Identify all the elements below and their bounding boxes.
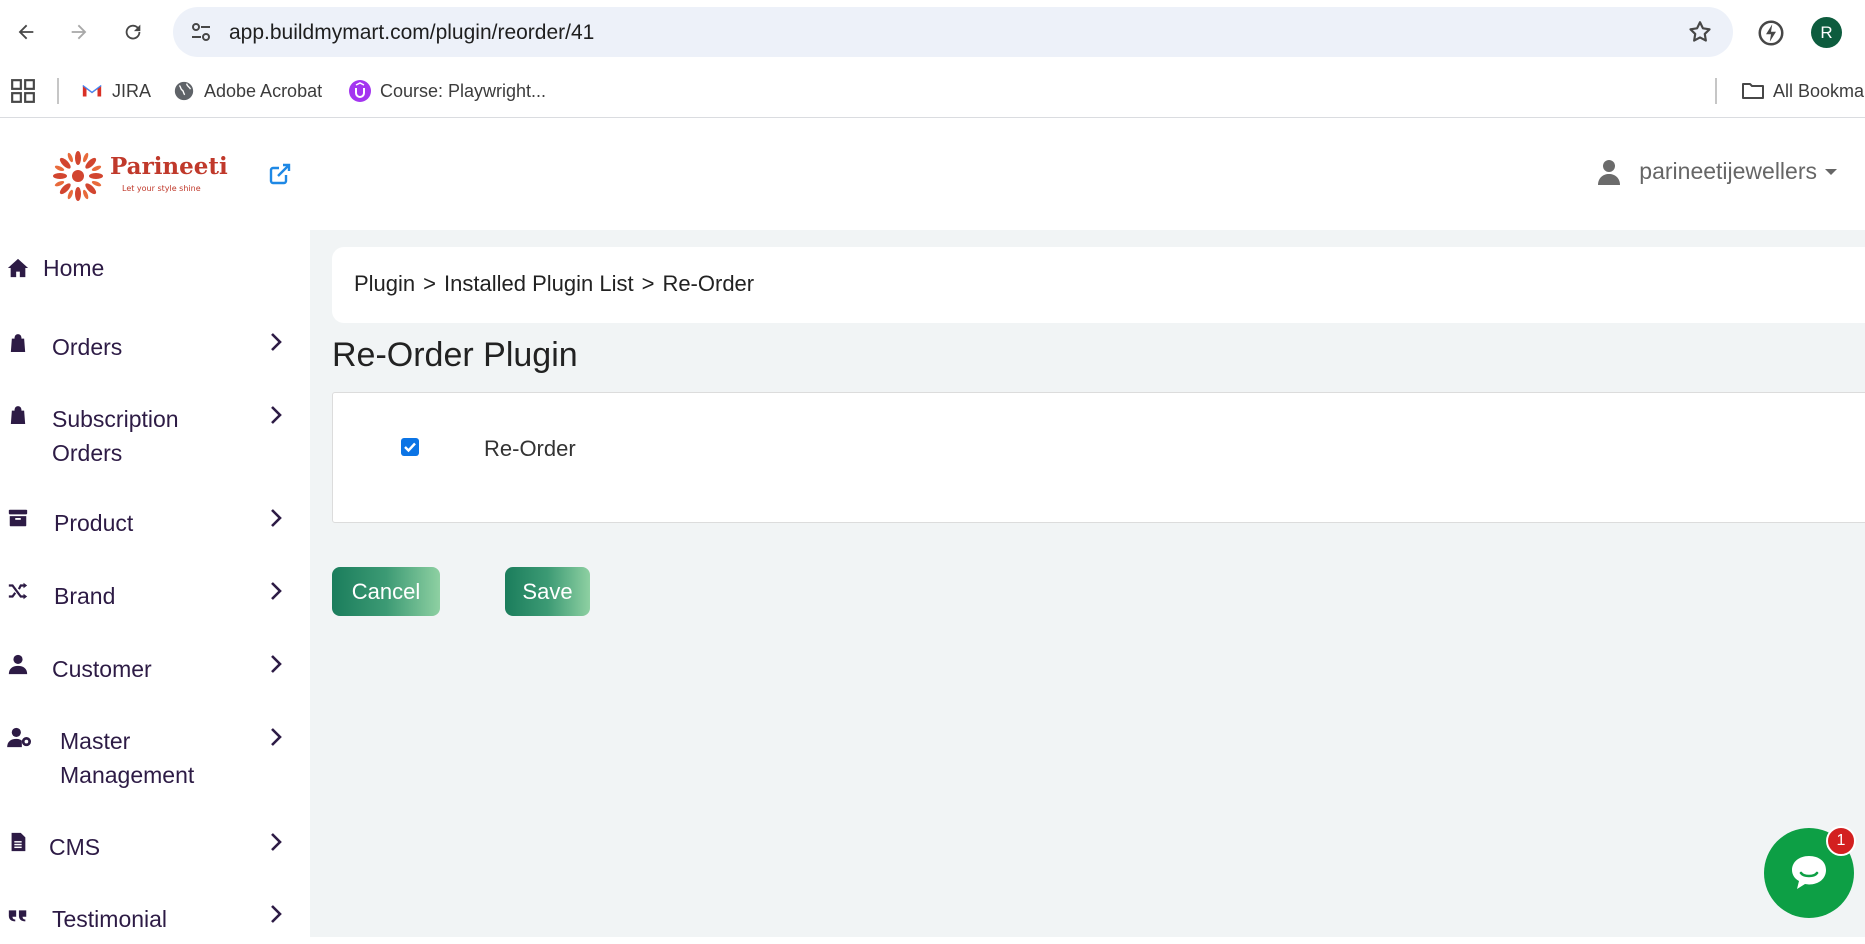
profile-initial: R <box>1820 22 1833 42</box>
url-text[interactable]: app.buildmymart.com/plugin/reorder/41 <box>229 21 594 45</box>
chevron-right-icon <box>271 833 282 851</box>
bookmark-jira[interactable]: JIRA <box>80 76 151 106</box>
quote-icon <box>6 902 30 926</box>
sidebar-item-label: Orders <box>52 334 123 360</box>
shuffle-icon <box>6 579 30 603</box>
chevron-right-icon <box>271 582 282 600</box>
home-icon <box>6 256 30 280</box>
main-content: Plugin > Installed Plugin List > Re-Orde… <box>310 230 1865 937</box>
sidebar-item-label: CMS <box>49 834 101 860</box>
browser-toolbar: app.buildmymart.com/plugin/reorder/41 R <box>0 0 1865 66</box>
brand-name: Parineeti <box>110 153 228 180</box>
archive-box-icon <box>6 506 30 530</box>
sidebar-item-orders[interactable]: Orders <box>0 322 310 372</box>
breadcrumb-card: Plugin > Installed Plugin List > Re-Orde… <box>332 247 1865 323</box>
sidebar-item-label: Orders <box>52 440 123 466</box>
bookmark-label: Course: Playwright... <box>380 80 547 101</box>
chevron-right-icon <box>271 333 282 351</box>
chevron-right-icon <box>271 406 282 424</box>
shopping-bag-icon <box>6 331 30 355</box>
sidebar-item-home[interactable]: Home <box>0 244 310 294</box>
sidebar-item-customer[interactable]: Customer <box>0 644 310 694</box>
sidebar-item-label: Customer <box>52 656 152 682</box>
sidebar-item-label: Brand <box>54 583 116 609</box>
sidebar-item-product[interactable]: Product <box>0 498 310 548</box>
plugin-label: Re-Order <box>484 436 576 461</box>
globe-icon <box>172 79 196 103</box>
gmail-icon <box>80 79 104 103</box>
sidebar-item-master-management[interactable]: Master Management <box>0 717 310 788</box>
sidebar-item-label: Home <box>43 255 105 281</box>
sidebar-item-subscription-orders[interactable]: Subscription Orders <box>0 395 310 466</box>
site-settings-icon[interactable] <box>189 20 213 44</box>
folder-icon <box>1741 79 1765 103</box>
cancel-button[interactable]: Cancel <box>332 567 440 616</box>
brand-logo[interactable]: Parineeti Let your style shine <box>50 148 228 204</box>
user-icon <box>6 652 30 676</box>
breadcrumb-separator: > <box>423 271 437 296</box>
sidebar-item-label: Product <box>54 510 134 536</box>
back-arrow-icon[interactable] <box>11 17 41 47</box>
all-bookmarks-label: All Bookma <box>1773 80 1865 101</box>
bookmark-course-playwright[interactable]: Course: Playwright... <box>348 76 546 106</box>
external-link-icon[interactable] <box>268 162 292 186</box>
mandala-logo-icon <box>53 151 103 201</box>
reorder-checkbox[interactable] <box>401 438 419 456</box>
chevron-down-icon[interactable] <box>1825 168 1837 175</box>
chat-notification-badge: 1 <box>1826 826 1856 856</box>
chevron-right-icon <box>271 905 282 923</box>
brand-tagline: Let your style shine <box>122 184 201 193</box>
checkmark-icon <box>404 442 416 453</box>
bookmark-star-icon[interactable] <box>1687 19 1713 45</box>
profile-avatar[interactable]: R <box>1811 17 1842 48</box>
user-menu[interactable]: parineetijewellers <box>1597 158 1837 185</box>
reload-icon[interactable] <box>118 17 148 47</box>
sidebar-item-label: Management <box>60 762 195 788</box>
extension-icon[interactable] <box>1756 18 1786 48</box>
save-button[interactable]: Save <box>505 567 590 616</box>
chat-bubble-icon <box>1792 856 1826 889</box>
chevron-right-icon <box>271 728 282 746</box>
address-bar[interactable]: app.buildmymart.com/plugin/reorder/41 <box>173 7 1733 57</box>
breadcrumb-item-current: Re-Order <box>662 271 755 296</box>
sidebar: Home Orders Subscription Orders Product … <box>0 230 310 937</box>
bookmark-adobe-acrobat[interactable]: Adobe Acrobat <box>172 76 322 106</box>
bookmark-divider <box>1715 78 1717 104</box>
sidebar-item-label: Master <box>60 728 131 754</box>
shopping-bag-icon <box>6 403 30 427</box>
sidebar-item-label: Testimonial <box>52 906 168 932</box>
breadcrumb-item-plugin[interactable]: Plugin <box>354 271 415 297</box>
page-title: Re-Order Plugin <box>332 336 578 374</box>
sidebar-item-cms[interactable]: CMS <box>0 822 310 872</box>
sidebar-item-brand[interactable]: Brand <box>0 571 310 621</box>
bookmark-label: Adobe Acrobat <box>204 80 323 101</box>
bookmark-label: JIRA <box>112 80 152 101</box>
document-icon <box>6 830 30 854</box>
chevron-right-icon <box>271 509 282 527</box>
breadcrumb-item-installed-plugin-list[interactable]: Installed Plugin List <box>444 271 634 297</box>
username[interactable]: parineetijewellers <box>1639 158 1817 185</box>
app-header: Parineeti Let your style shine parineeti… <box>0 118 1865 230</box>
forward-arrow-icon[interactable] <box>64 17 94 47</box>
chevron-right-icon <box>271 655 282 673</box>
bookmark-divider <box>57 78 59 104</box>
user-gear-icon <box>6 725 34 749</box>
udemy-icon <box>348 79 372 103</box>
breadcrumb: Plugin > Installed Plugin List > Re-Orde… <box>354 271 754 297</box>
all-bookmarks[interactable]: All Bookma <box>1741 76 1864 106</box>
breadcrumb-separator: > <box>641 271 655 296</box>
bookmarks-bar: JIRA Adobe Acrobat Course: Playwright...… <box>0 66 1865 118</box>
plugin-card: Re-Order <box>332 392 1865 523</box>
user-icon <box>1598 159 1621 185</box>
apps-grid-icon[interactable] <box>10 78 36 104</box>
sidebar-item-label: Subscription <box>52 406 179 432</box>
